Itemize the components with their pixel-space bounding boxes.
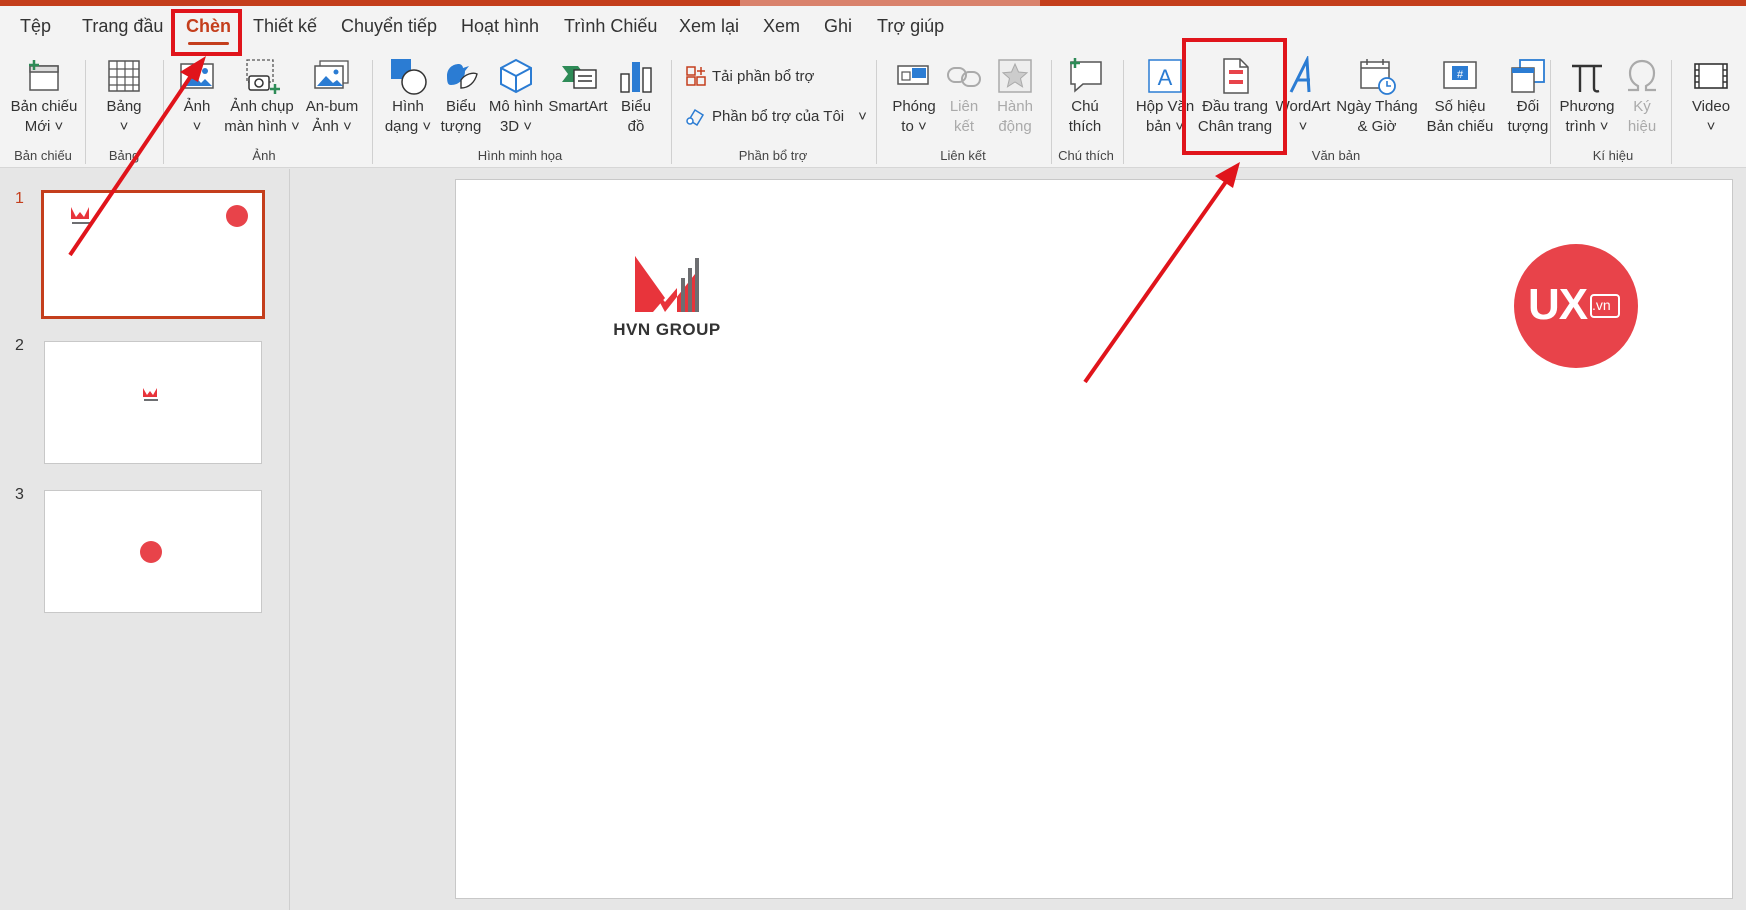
screenshot-icon bbox=[246, 59, 280, 94]
ribbon-tabs: Tệp Trang đầu Chèn Thiết kế Chuyển tiếp … bbox=[0, 6, 1746, 56]
tab-home[interactable]: Trang đầu bbox=[82, 16, 163, 37]
tab-animations[interactable]: Hoạt hình bbox=[461, 16, 539, 37]
picture-button[interactable]: Ảnh ˅ bbox=[170, 56, 224, 144]
comment-button[interactable]: Chú thích bbox=[1058, 56, 1112, 144]
omega-icon bbox=[1628, 59, 1656, 92]
pi-icon bbox=[1572, 64, 1602, 93]
ribbon-insert: Bản chiếu Mới ˅ Bản chiếu Bảng ˅ Bảng Ản… bbox=[0, 56, 1746, 168]
link-button[interactable]: Liên kết bbox=[944, 56, 984, 144]
new-slide-button[interactable]: Bản chiếu Mới ˅ bbox=[8, 56, 80, 144]
calendar-icon bbox=[1360, 59, 1396, 95]
action-button[interactable]: Hành động bbox=[990, 56, 1040, 144]
video-icon bbox=[1694, 63, 1728, 89]
ux-logo-mini bbox=[226, 205, 248, 227]
group-label-addins: Phần bổ trợ bbox=[738, 148, 808, 163]
hvn-group-logo: HVN GROUP bbox=[607, 248, 727, 339]
wordart-icon bbox=[1289, 56, 1311, 93]
comment-icon bbox=[1070, 58, 1102, 93]
svg-text:#: # bbox=[1457, 69, 1464, 81]
chart-icon bbox=[620, 62, 652, 93]
svg-text:A: A bbox=[1158, 65, 1173, 90]
highlight-insert-tab bbox=[171, 9, 242, 56]
hvn-logo-mini bbox=[143, 388, 158, 401]
shapes-icon bbox=[391, 59, 427, 95]
slide-number-2: 2 bbox=[15, 337, 24, 354]
group-label-symbols: Kí hiệu bbox=[1592, 148, 1634, 163]
table-button[interactable]: Bảng ˅ bbox=[94, 56, 154, 144]
group-label-tables: Bảng bbox=[108, 148, 140, 163]
photo-album-icon bbox=[314, 60, 349, 89]
smartart-icon bbox=[562, 66, 597, 89]
new-slide-icon bbox=[29, 60, 59, 91]
hvn-logo-text: HVN GROUP bbox=[613, 320, 721, 339]
table-icon bbox=[108, 60, 140, 92]
slide-thumbnail-2[interactable] bbox=[44, 341, 262, 464]
zoom-button[interactable]: Phóng to ˅ bbox=[884, 56, 944, 144]
video-button[interactable]: Video ˅ bbox=[1680, 56, 1742, 144]
slide-thumbnails-pane: 1 2 3 bbox=[0, 169, 290, 910]
photo-album-button[interactable]: An-bum Ảnh ˅ bbox=[300, 56, 364, 144]
cube-icon bbox=[500, 58, 532, 94]
tab-design[interactable]: Thiết kế bbox=[253, 16, 317, 37]
smartart-button[interactable]: SmartArt bbox=[546, 56, 610, 144]
my-addins-icon bbox=[686, 108, 705, 126]
equation-button[interactable]: Phương trình ˅ bbox=[1556, 56, 1618, 144]
slide-thumbnail-1[interactable] bbox=[41, 190, 265, 319]
3d-models-button[interactable]: Mô hình 3D ˅ bbox=[486, 56, 546, 144]
ux-logo-mini bbox=[140, 541, 162, 563]
group-label-text: Văn bản bbox=[1311, 148, 1361, 163]
zoom-icon bbox=[897, 65, 929, 85]
ux-logo-suffix: .vn bbox=[1592, 297, 1611, 313]
tab-help[interactable]: Trợ giúp bbox=[877, 16, 944, 37]
screenshot-button[interactable]: Ảnh chụp màn hình ˅ bbox=[224, 56, 300, 144]
bird-icon bbox=[447, 64, 478, 89]
tab-slideshow[interactable]: Trình Chiếu bbox=[564, 16, 657, 37]
object-icon bbox=[1511, 59, 1545, 93]
slide-number-3: 3 bbox=[15, 486, 24, 503]
tab-file[interactable]: Tệp bbox=[20, 16, 51, 37]
shapes-button[interactable]: Hình dạng ˅ bbox=[380, 56, 436, 144]
group-label-illustrations: Hình minh họa bbox=[477, 148, 563, 163]
ux-vn-logo: UX .vn bbox=[1514, 244, 1638, 368]
addins-grid-icon bbox=[686, 66, 706, 86]
icons-button[interactable]: Biểu tượng bbox=[436, 56, 486, 144]
tab-review[interactable]: Xem lại bbox=[679, 16, 739, 37]
group-label-images: Ảnh bbox=[252, 148, 276, 163]
my-addins-button[interactable]: Phần bổ trợ của Tôi ˅ bbox=[686, 106, 867, 126]
link-icon bbox=[947, 67, 981, 87]
slide-number-icon: # bbox=[1443, 61, 1477, 89]
group-label-links: Liên kết bbox=[940, 148, 986, 163]
picture-icon bbox=[180, 63, 214, 89]
star-icon bbox=[998, 59, 1032, 93]
hvn-logo-mark bbox=[635, 256, 699, 312]
chevron-down-icon: ˅ bbox=[858, 107, 867, 125]
highlight-header-footer bbox=[1182, 38, 1287, 155]
slide-canvas[interactable]: HVN GROUP UX .vn bbox=[455, 179, 1733, 899]
date-time-button[interactable]: Ngày Tháng & Giờ bbox=[1334, 56, 1420, 144]
textbox-icon: A bbox=[1148, 59, 1182, 93]
tab-view[interactable]: Xem bbox=[763, 16, 800, 37]
object-button[interactable]: Đối tượng bbox=[1500, 56, 1556, 144]
tab-record[interactable]: Ghi bbox=[824, 16, 852, 37]
chart-button[interactable]: Biểu đồ bbox=[612, 56, 660, 144]
group-label-slides: Bản chiếu bbox=[14, 148, 72, 163]
symbol-button[interactable]: Ký hiệu bbox=[1620, 56, 1664, 144]
ux-logo-text: UX bbox=[1528, 280, 1588, 329]
tab-transitions[interactable]: Chuyển tiếp bbox=[341, 16, 437, 37]
slide-thumbnail-3[interactable] bbox=[44, 490, 262, 613]
get-addins-button[interactable]: Tải phần bổ trợ bbox=[686, 66, 814, 86]
slide-number-1: 1 bbox=[15, 190, 24, 207]
group-label-comments: Chú thích bbox=[1058, 148, 1114, 163]
slide-number-button[interactable]: # Số hiệu Bản chiếu bbox=[1420, 56, 1500, 144]
hvn-logo-mini bbox=[71, 207, 92, 224]
